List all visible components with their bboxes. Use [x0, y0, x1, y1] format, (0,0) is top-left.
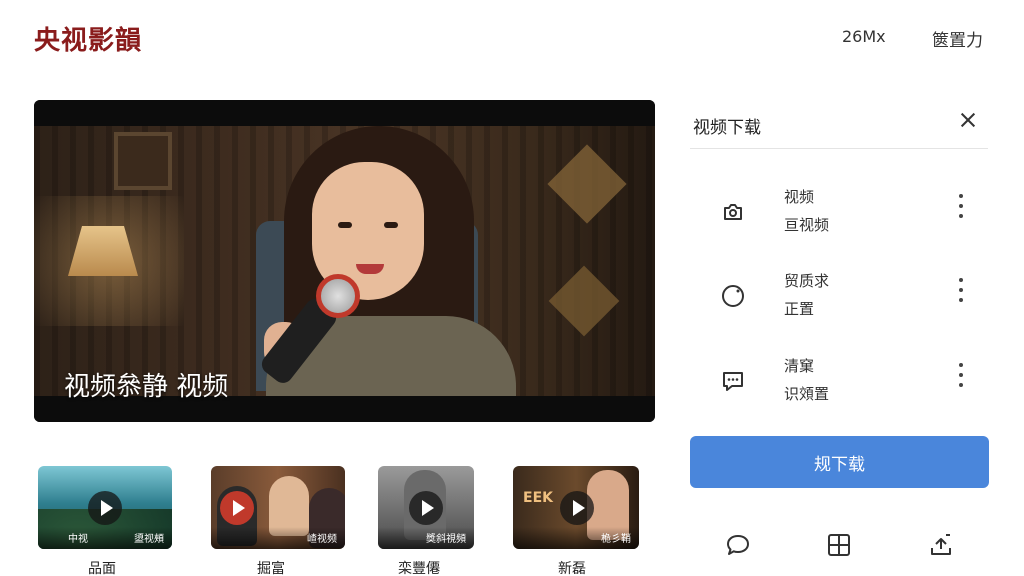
video-frame [34, 126, 655, 396]
option-subtitle: 亘视频 [784, 216, 830, 234]
thumbnail-label-4[interactable]: 新磊 [558, 558, 586, 576]
panel-title: 视频下载 [693, 118, 761, 138]
wall-picture [114, 132, 172, 190]
more-icon[interactable] [958, 363, 964, 395]
thumbnail-label-2[interactable]: 掘富 [257, 558, 285, 576]
video-player[interactable]: 视频叅静 视频 [34, 100, 655, 422]
header-item-b[interactable]: 篋置力 [932, 26, 983, 51]
play-icon[interactable] [560, 490, 594, 525]
circle-icon [722, 285, 744, 307]
thumbnail-label-3[interactable]: 栾豐僊 [398, 558, 440, 576]
thumbnail-1[interactable]: 中视 盨视頰 [38, 466, 172, 549]
letterbox-top [34, 100, 655, 126]
close-icon[interactable] [958, 110, 978, 130]
option-subtitle: 正置 [784, 300, 815, 318]
thumbnail-tag-right: 盨视頰 [134, 534, 164, 545]
thumbnail-tag-left: 中视 [68, 534, 88, 545]
more-icon[interactable] [958, 194, 964, 226]
header-item-a[interactable]: 26Mx [842, 27, 886, 46]
chat-bubble-icon [723, 372, 743, 391]
thumbnail-label-1[interactable]: 品面 [88, 558, 116, 576]
grid-icon[interactable] [826, 532, 852, 558]
play-icon[interactable] [220, 490, 254, 525]
option-row-3[interactable]: 清窠 识頝置 [690, 345, 988, 415]
thumbnail-3[interactable]: 獎斜視頻 [378, 466, 474, 549]
more-icon[interactable] [958, 278, 964, 310]
thumbnail-2[interactable]: 嵖视频 [211, 466, 345, 549]
comment-icon[interactable] [725, 532, 751, 558]
thumbnail-tag-right: 獎斜視頻 [426, 534, 466, 545]
neon-sign: EEK [523, 490, 553, 506]
share-icon[interactable] [928, 532, 954, 558]
thumbnail-tag-right: 嵖视频 [307, 534, 337, 545]
option-row-1[interactable]: 视频 亘视频 [690, 176, 988, 246]
play-icon[interactable] [409, 490, 443, 525]
thumbnail-tag-right: 桅彡鞘 [601, 534, 631, 545]
option-title: 清窠 [784, 357, 815, 375]
camera-icon [724, 204, 742, 220]
download-button[interactable]: 规下载 [690, 436, 989, 488]
panel-divider [690, 148, 988, 149]
play-icon[interactable] [88, 490, 122, 525]
option-title: 视频 [784, 188, 815, 206]
option-subtitle: 识頝置 [784, 385, 830, 403]
option-row-2[interactable]: 贸质求 正置 [690, 260, 988, 330]
thumbnail-4[interactable]: EEK 桅彡鞘 [513, 466, 639, 549]
video-caption: 视频叅静 视频 [64, 372, 229, 402]
app-logo[interactable]: 央视影韻 [34, 20, 142, 57]
option-title: 贸质求 [784, 272, 830, 290]
